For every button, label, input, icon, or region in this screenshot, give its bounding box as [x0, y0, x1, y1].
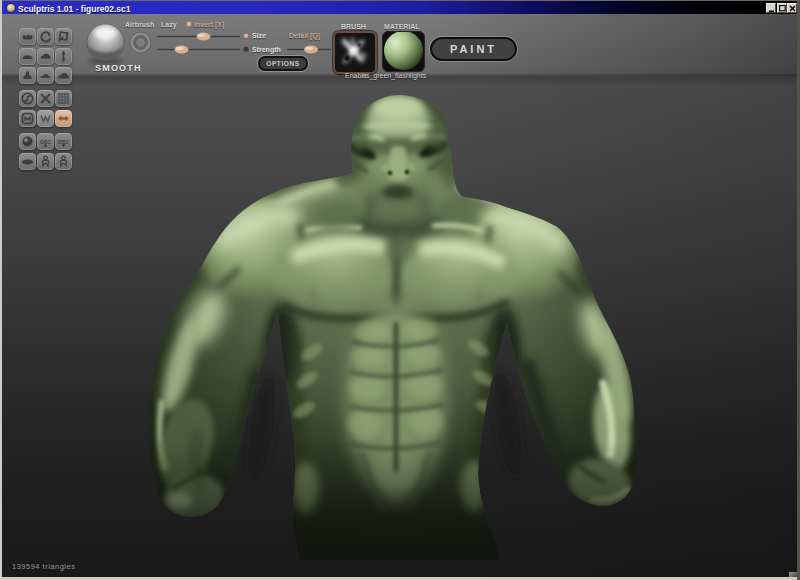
svg-text:OBJ: OBJ [40, 139, 51, 145]
